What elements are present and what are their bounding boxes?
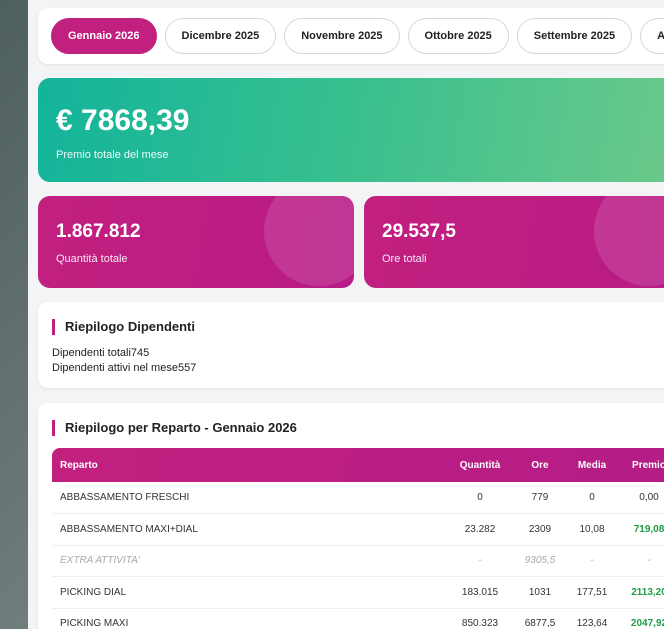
total-hours-label: Ore totali xyxy=(382,253,427,265)
cell-ore: 779 xyxy=(516,482,564,514)
decorative-circle xyxy=(264,196,354,286)
table-row: ABBASSAMENTO MAXI+DIAL 23.282 2309 10,08… xyxy=(52,513,664,546)
cell-ore: 9305,5 xyxy=(516,545,564,577)
decorative-circle xyxy=(594,196,664,286)
cell-media: 123,64 xyxy=(564,608,620,629)
tab-month-novembre-2025[interactable]: Novembre 2025 xyxy=(284,18,400,54)
cell-quantita: 0 xyxy=(444,482,516,514)
cell-ore: 2309 xyxy=(516,513,564,546)
cell-ore: 6877,5 xyxy=(516,608,564,629)
cell-reparto: ABBASSAMENTO FRESCHI xyxy=(52,482,444,514)
dashboard-panel: Gennaio 2026 Dicembre 2025 Novembre 2025… xyxy=(28,0,664,629)
month-tabs-bar: Gennaio 2026 Dicembre 2025 Novembre 2025… xyxy=(38,8,664,64)
table-row: PICKING DIAL 183.015 1031 177,51 2113,20 xyxy=(52,576,664,609)
cell-quantita: 183.015 xyxy=(444,576,516,609)
total-premium-card: € 7868,39 Premio totale del mese xyxy=(38,78,664,182)
tab-month-agosto-2025[interactable]: Ago xyxy=(640,18,664,54)
tab-month-gennaio-2026[interactable]: Gennaio 2026 xyxy=(51,18,157,54)
cell-quantita: - xyxy=(444,545,516,577)
total-quantity-card: 1.867.812 Quantità totale xyxy=(38,196,354,288)
department-table: Reparto Quantità Ore Media Premio ABBASS… xyxy=(52,448,664,629)
table-row: EXTRA ATTIVITA' - 9305,5 - - xyxy=(52,545,664,577)
employees-active-text: Dipendenti attivi nel mese557 xyxy=(52,362,197,374)
total-quantity-label: Quantità totale xyxy=(56,253,128,265)
cell-ore: 1031 xyxy=(516,576,564,609)
column-header-media[interactable]: Media xyxy=(564,448,620,482)
cell-premio: 0,00 xyxy=(620,482,664,514)
cell-premio: 2047,92 xyxy=(620,608,664,629)
tab-month-ottobre-2025[interactable]: Ottobre 2025 xyxy=(407,18,509,54)
cell-media: - xyxy=(564,545,620,577)
total-premium-label: Premio totale del mese xyxy=(56,149,169,161)
cell-media: 177,51 xyxy=(564,576,620,609)
column-header-premio[interactable]: Premio xyxy=(620,448,664,482)
table-header-row: Reparto Quantità Ore Media Premio xyxy=(52,448,664,482)
employees-summary-card: Riepilogo Dipendenti Dipendenti totali74… xyxy=(38,302,664,388)
column-header-ore[interactable]: Ore xyxy=(516,448,564,482)
cell-reparto: EXTRA ATTIVITA' xyxy=(52,545,444,577)
cell-premio: 2113,20 xyxy=(620,576,664,609)
total-premium-amount: € 7868,39 xyxy=(56,104,190,137)
tab-month-dicembre-2025[interactable]: Dicembre 2025 xyxy=(164,18,277,54)
column-header-quantita[interactable]: Quantità xyxy=(444,448,516,482)
cell-quantita: 850.323 xyxy=(444,608,516,629)
cell-media: 0 xyxy=(564,482,620,514)
employees-total-text: Dipendenti totali745 xyxy=(52,347,150,359)
cell-reparto: ABBASSAMENTO MAXI+DIAL xyxy=(52,513,444,546)
employees-summary-title: Riepilogo Dipendenti xyxy=(52,319,195,335)
cell-reparto: PICKING MAXI xyxy=(52,608,444,629)
table-row: ABBASSAMENTO FRESCHI 0 779 0 0,00 xyxy=(52,482,664,514)
department-summary-title: Riepilogo per Reparto - Gennaio 2026 xyxy=(52,420,297,436)
column-header-reparto[interactable]: Reparto xyxy=(52,448,444,482)
total-hours-value: 29.537,5 xyxy=(382,221,456,242)
cell-premio: - xyxy=(620,545,664,577)
tab-month-settembre-2025[interactable]: Settembre 2025 xyxy=(516,18,633,54)
table-row: PICKING MAXI 850.323 6877,5 123,64 2047,… xyxy=(52,608,664,629)
cell-reparto: PICKING DIAL xyxy=(52,576,444,609)
total-quantity-value: 1.867.812 xyxy=(56,221,141,242)
department-summary-card: Riepilogo per Reparto - Gennaio 2026 Rep… xyxy=(38,403,664,629)
cell-quantita: 23.282 xyxy=(444,513,516,546)
cell-media: 10,08 xyxy=(564,513,620,546)
total-hours-card: 29.537,5 Ore totali xyxy=(364,196,664,288)
cell-premio: 719,08 xyxy=(620,513,664,546)
